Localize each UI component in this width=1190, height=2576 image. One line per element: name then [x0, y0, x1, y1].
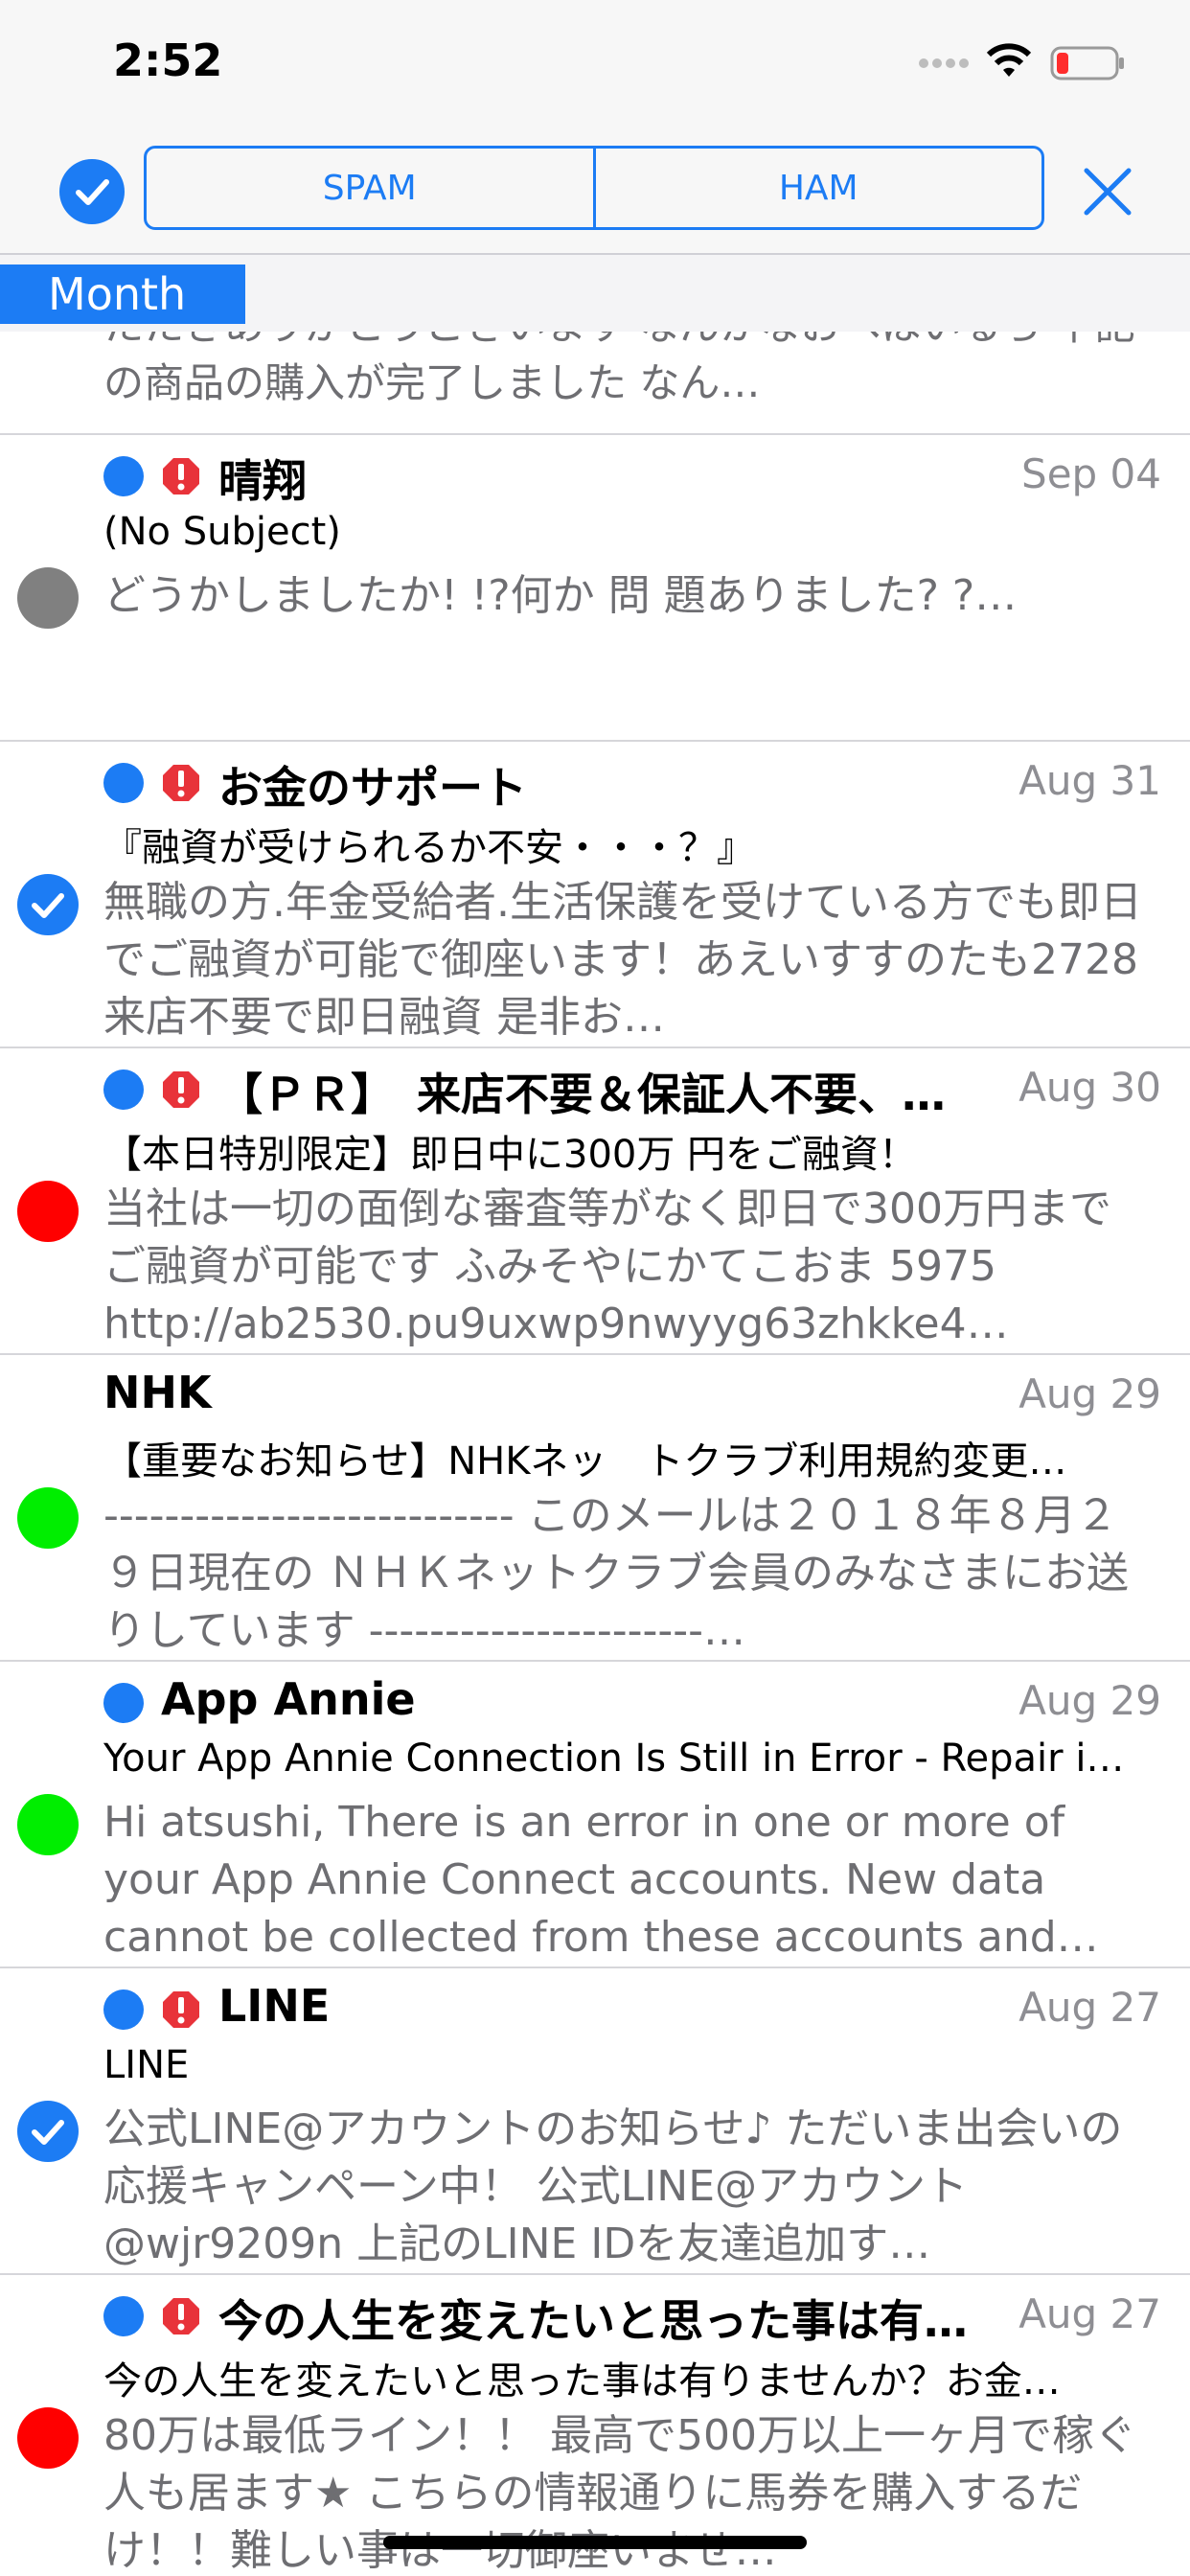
spam-warning-icon [163, 1071, 199, 1108]
selection-toolbar: SPAM HAM [0, 134, 1190, 255]
message-row[interactable]: お金のサポート Aug 31 『融資が受けられるか不安・・・？』無職の方.年金受給者… [0, 742, 1190, 1048]
spam-ham-segmented-control: SPAM HAM [144, 146, 1044, 230]
message-list[interactable]: たたきありがとうございます なんかなおへはいるら 下記の商品の購入が完了しました… [0, 332, 1190, 2576]
message-row[interactable]: 今の人生を変えたいと思った事は有… Aug 27 今の人生を変えたいと思った事は有り… [0, 2275, 1190, 2576]
section-header: Month [0, 255, 1190, 332]
spam-warning-icon [163, 1991, 199, 2028]
section-label: Month [0, 264, 245, 324]
status-bar: 2:52 [0, 0, 1190, 134]
message-preview: 無職の方.年金受給者.生活保護を受けている方でも即日でご融資が可能で御座います！… [103, 878, 1142, 1042]
ham-segment[interactable]: HAM [592, 149, 1042, 227]
checkmark-icon [76, 179, 109, 205]
battery-low-icon [1050, 46, 1124, 80]
message-sender: NHK [103, 1367, 212, 1418]
message-row[interactable]: NHK Aug 29 【重要なお知らせ】NHKネッ トクラブ利用規約変更… -----… [0, 1355, 1190, 1662]
message-row[interactable]: App Annie Aug 29 Your App Annie Connection… [0, 1662, 1190, 1968]
message-date: Sep 04 [1021, 450, 1161, 497]
indicators [103, 763, 218, 803]
message-subject: 【重要なお知らせ】NHKネッ トクラブ利用規約変更… [103, 1439, 1067, 1484]
select-all-button[interactable] [59, 159, 125, 224]
message-sender: 晴翔 [218, 455, 307, 507]
unread-dot-icon [103, 1683, 144, 1723]
indicators [103, 456, 218, 496]
message-preview: たたきありがとうございます なんかなおへはいるら 下記の商品の購入が完了しました… [103, 332, 1135, 406]
message-subject: 今の人生を変えたいと思った事は有りませんか？お金… [103, 2359, 1061, 2404]
message-row[interactable]: LINE Aug 27 LINE 公式LINE@アカウントのお知らせ♪ ただいま出会い… [0, 1968, 1190, 2275]
message-subject: 【本日特別限定】即日中に300万 円をご融資！ [103, 1133, 918, 1177]
message-preview: 公式LINE@アカウントのお知らせ♪ ただいま出会いの応援キャンペーン中！ 公式… [103, 2104, 1123, 2268]
message-date: Aug 27 [1018, 2290, 1161, 2337]
green-status-dot[interactable] [17, 1487, 79, 1549]
message-sender: LINE [218, 1980, 331, 2032]
message-subject: (No Subject) [103, 510, 341, 554]
wifi-icon [986, 43, 1032, 77]
spam-warning-icon [163, 2298, 199, 2334]
message-date: Aug 29 [1018, 1677, 1161, 1724]
message-sender: 【ＰＲ】 来店不要＆保証人不要、… [218, 1069, 946, 1120]
message-sender: App Annie [161, 1673, 416, 1725]
indicators [103, 1683, 161, 1723]
message-date: Aug 31 [1018, 757, 1161, 804]
spam-warning-icon [163, 765, 199, 801]
red-status-dot[interactable] [17, 2407, 79, 2469]
message-preview: 80万は最低ライン！！ 最高で500万以上一ヶ月で稼ぐ人も居ます★ こちらの情報… [103, 2411, 1136, 2575]
indicators [103, 2296, 218, 2336]
unread-dot-icon [103, 1990, 144, 2030]
list-item-partial[interactable]: たたきありがとうございます なんかなおへはいるら 下記の商品の購入が完了しました… [0, 332, 1190, 435]
green-status-dot[interactable] [17, 1794, 79, 1855]
message-sender: 今の人生を変えたいと思った事は有… [218, 2295, 968, 2347]
close-icon[interactable] [1079, 163, 1136, 220]
message-subject: LINE [103, 2043, 190, 2087]
message-subject: Your App Annie Connection Is Still in Er… [103, 1736, 1125, 1781]
message-row[interactable]: 【ＰＲ】 来店不要＆保証人不要、… Aug 30 【本日特別限定】即日中に300万 … [0, 1048, 1190, 1355]
selected-check-icon[interactable] [17, 874, 79, 935]
message-preview: Hi atsushi, There is an error in one or … [103, 1798, 1099, 1962]
message-row[interactable]: 晴翔 Sep 04 (No Subject) どうかしましたか! !?何か 問 題あり… [0, 435, 1190, 742]
message-date: Aug 29 [1018, 1370, 1161, 1417]
red-status-dot[interactable] [17, 1181, 79, 1242]
status-time: 2:52 [113, 34, 223, 86]
message-preview: 当社は一切の面倒な審査等がなく即日で300万円までご融資が可能です ふみそやにか… [103, 1184, 1111, 1348]
unread-dot-icon [103, 456, 144, 496]
indicators [103, 1990, 218, 2030]
message-sender: お金のサポート [218, 762, 527, 814]
home-indicator[interactable] [383, 2536, 807, 2549]
cellular-signal-icon [919, 58, 969, 68]
message-subject: 『融資が受けられるか不安・・・？』 [103, 826, 755, 870]
message-date: Aug 27 [1018, 1984, 1161, 2031]
gray-status-dot[interactable] [17, 567, 79, 629]
message-preview: --------------------------- このメールは２０１８年８… [103, 1491, 1129, 1655]
unread-dot-icon [103, 2296, 144, 2336]
spam-warning-icon [163, 458, 199, 494]
message-date: Aug 30 [1018, 1064, 1161, 1111]
unread-dot-icon [103, 1070, 144, 1110]
selected-check-icon[interactable] [17, 2101, 79, 2162]
unread-dot-icon [103, 763, 144, 803]
message-preview: どうかしましたか! !?何か 問 題ありました? ?… [103, 571, 1018, 620]
indicators [103, 1070, 218, 1110]
spam-segment[interactable]: SPAM [147, 149, 593, 227]
